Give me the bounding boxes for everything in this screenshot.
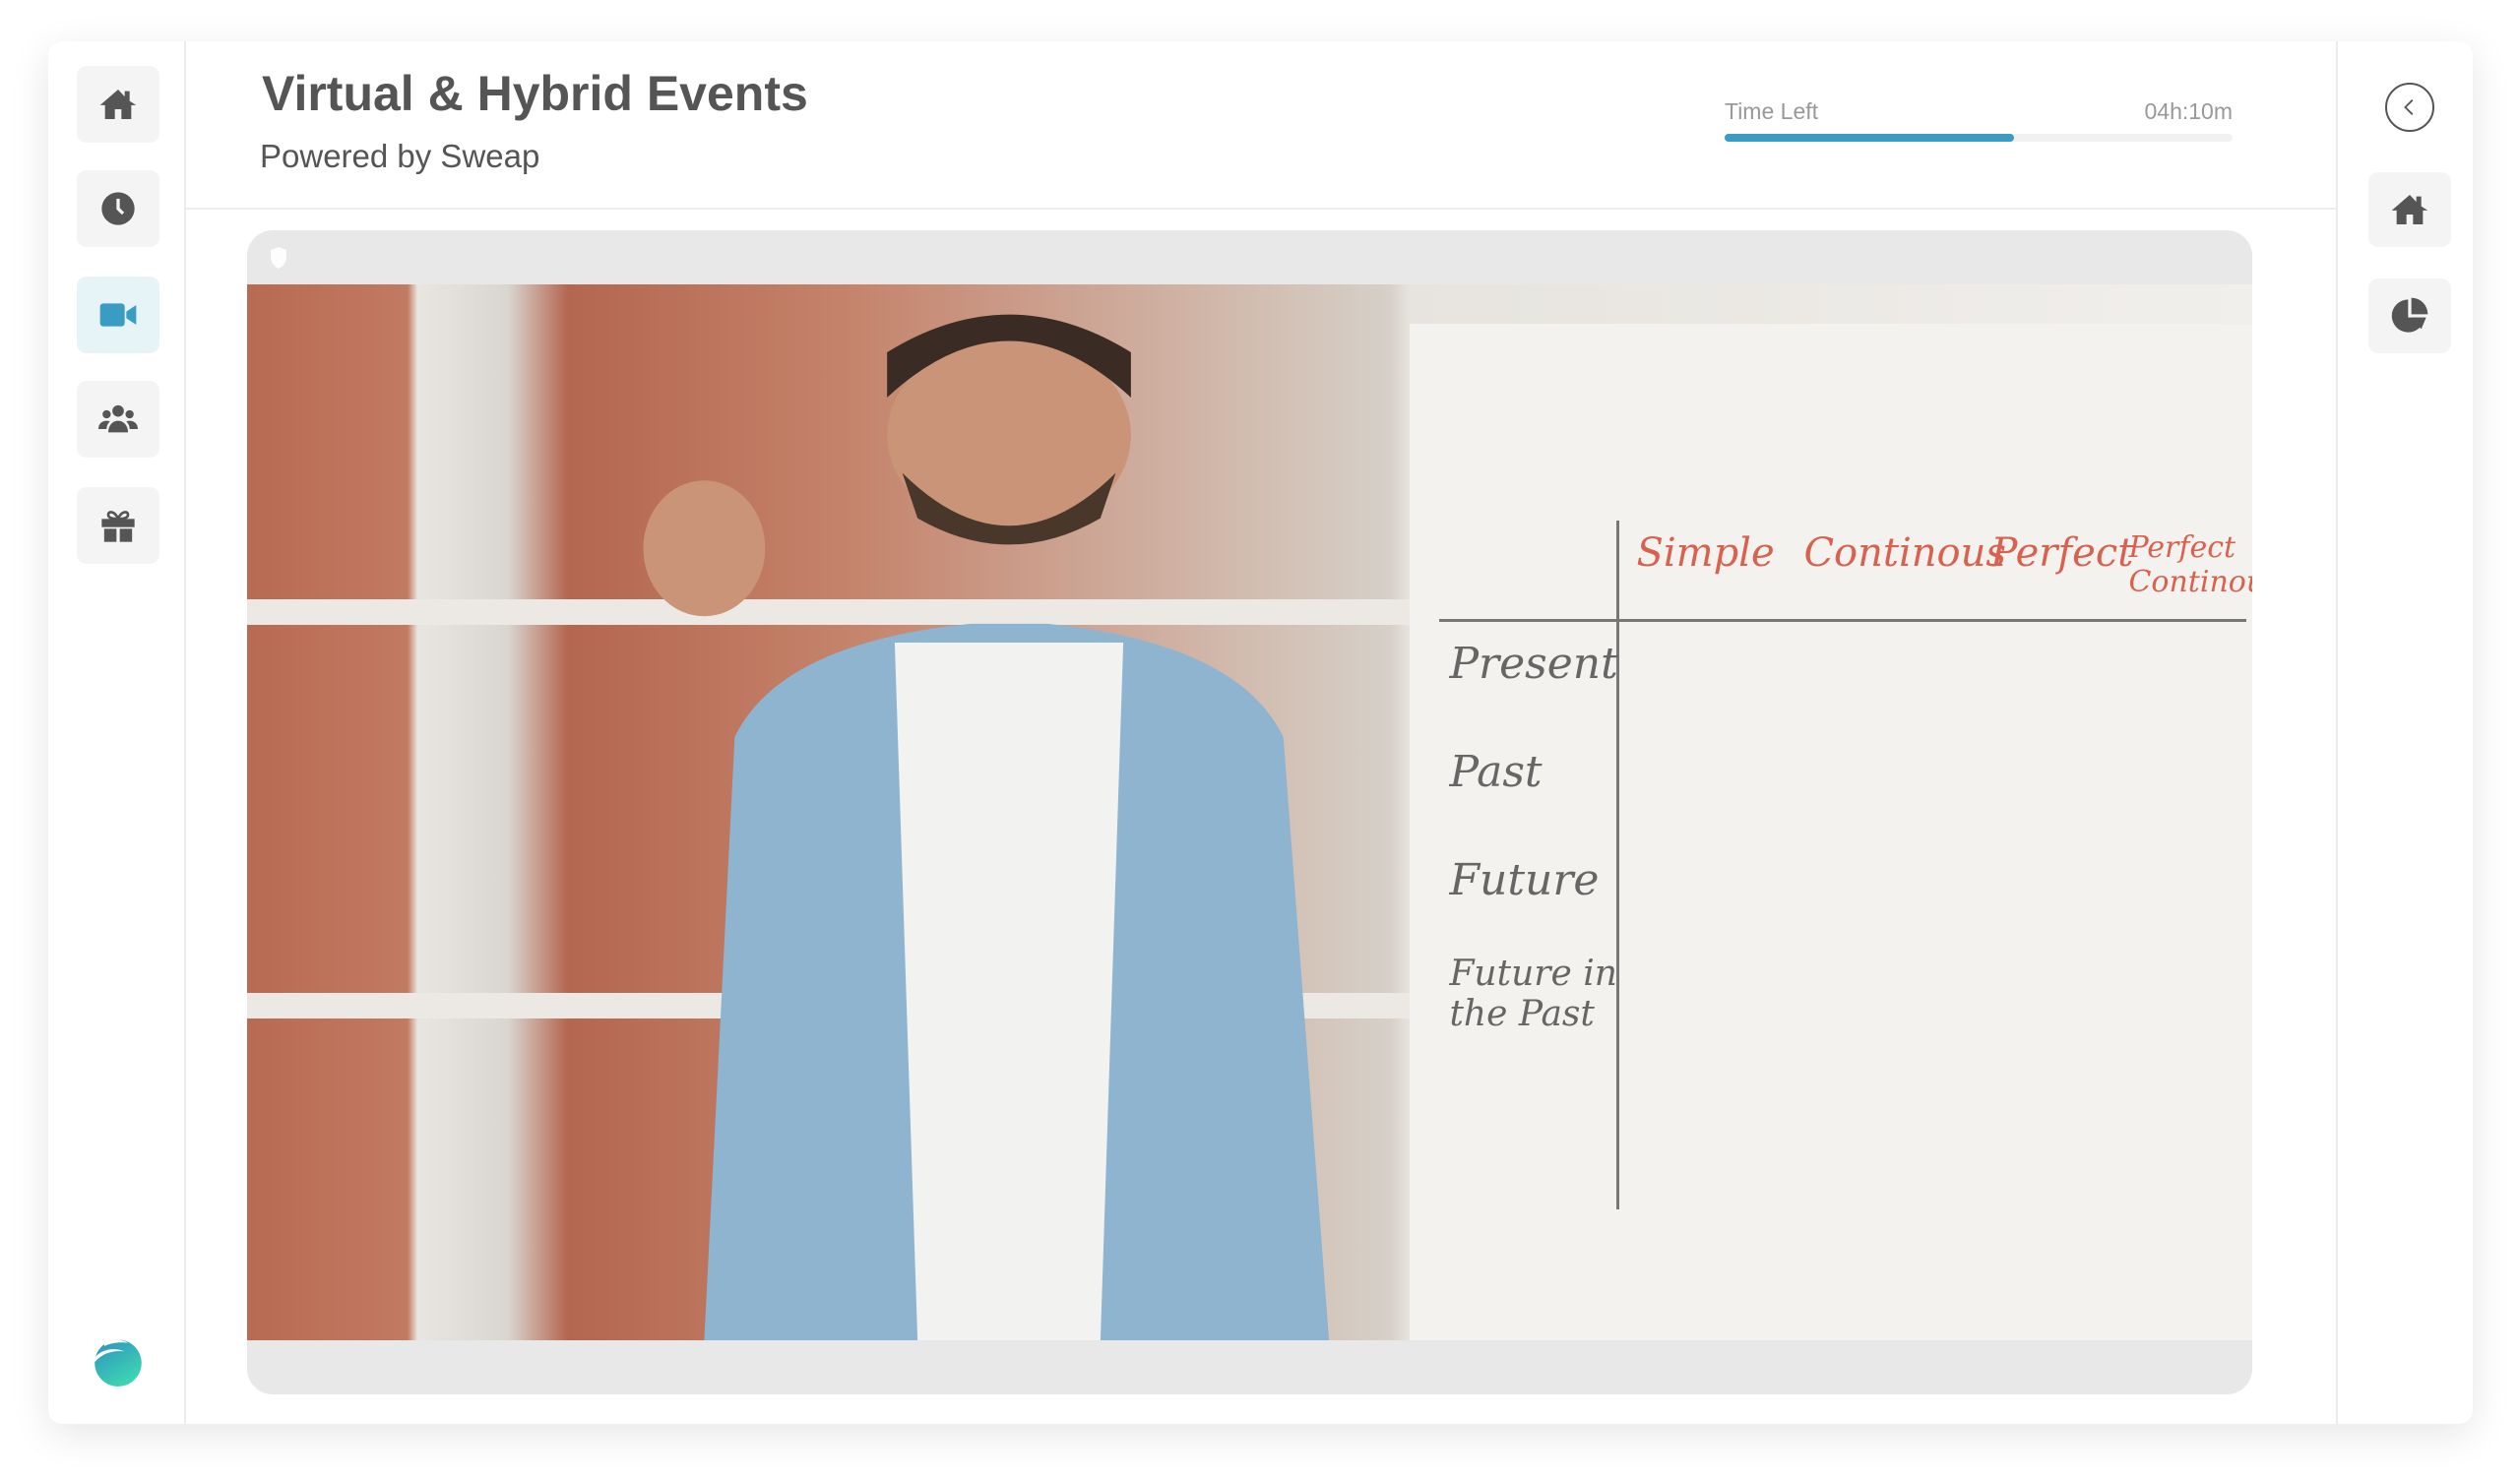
wb-row: Present (1449, 639, 1618, 689)
whiteboard: Simple Continous Perfect Perfect Contino… (1410, 324, 2252, 1340)
time-left-value: 04h:10m (2144, 98, 2233, 124)
page-subtitle: Powered by Sweap (260, 138, 540, 174)
right-sidebar (2336, 41, 2473, 1424)
home-icon (2391, 195, 2428, 224)
wb-col: Perfect (1990, 530, 2134, 576)
wb-row: Past (1449, 747, 1543, 797)
wb-col: Perfect Continous (2128, 530, 2252, 599)
users-icon (98, 404, 138, 433)
presenter (643, 314, 1330, 1340)
video-stream: Simple Continous Perfect Perfect Contino… (247, 284, 2252, 1340)
grid-line (1439, 619, 2247, 622)
clock-icon (101, 192, 135, 225)
right-sidebar-stats-button[interactable] (2368, 278, 2451, 353)
collapse-button[interactable] (2385, 83, 2434, 132)
progress-fill (1725, 134, 2015, 142)
video-camera-icon (99, 303, 137, 327)
time-left-progress-bar (1725, 134, 2233, 142)
right-sidebar-home-button[interactable] (2368, 172, 2451, 247)
time-left-label: Time Left (1725, 98, 1819, 124)
wb-row: Future (1449, 855, 1600, 905)
grid-line (1616, 521, 1620, 1209)
sidebar-item-home[interactable] (77, 66, 159, 143)
pie-chart-icon (2391, 297, 2428, 333)
home-icon (99, 90, 137, 119)
shield-icon (271, 247, 286, 269)
gift-icon (101, 511, 135, 542)
wb-row: Future in the Past (1449, 954, 1617, 1034)
chevron-left-icon (2404, 99, 2414, 115)
wb-col: Continous (1803, 530, 2006, 576)
sidebar-item-video[interactable] (77, 277, 159, 353)
app-window: Virtual & Hybrid Events Powered by Sweap… (48, 41, 2473, 1424)
header: Virtual & Hybrid Events Powered by Sweap… (184, 41, 2336, 210)
video-player[interactable]: Simple Continous Perfect Perfect Contino… (247, 230, 2252, 1394)
left-sidebar (48, 41, 186, 1424)
sidebar-item-gifts[interactable] (77, 487, 159, 564)
sidebar-item-schedule[interactable] (77, 170, 159, 247)
wb-col: Simple (1636, 530, 1775, 576)
sidebar-item-attendees[interactable] (77, 381, 159, 458)
sweap-logo (94, 1339, 142, 1387)
page-title: Virtual & Hybrid Events (262, 66, 808, 121)
